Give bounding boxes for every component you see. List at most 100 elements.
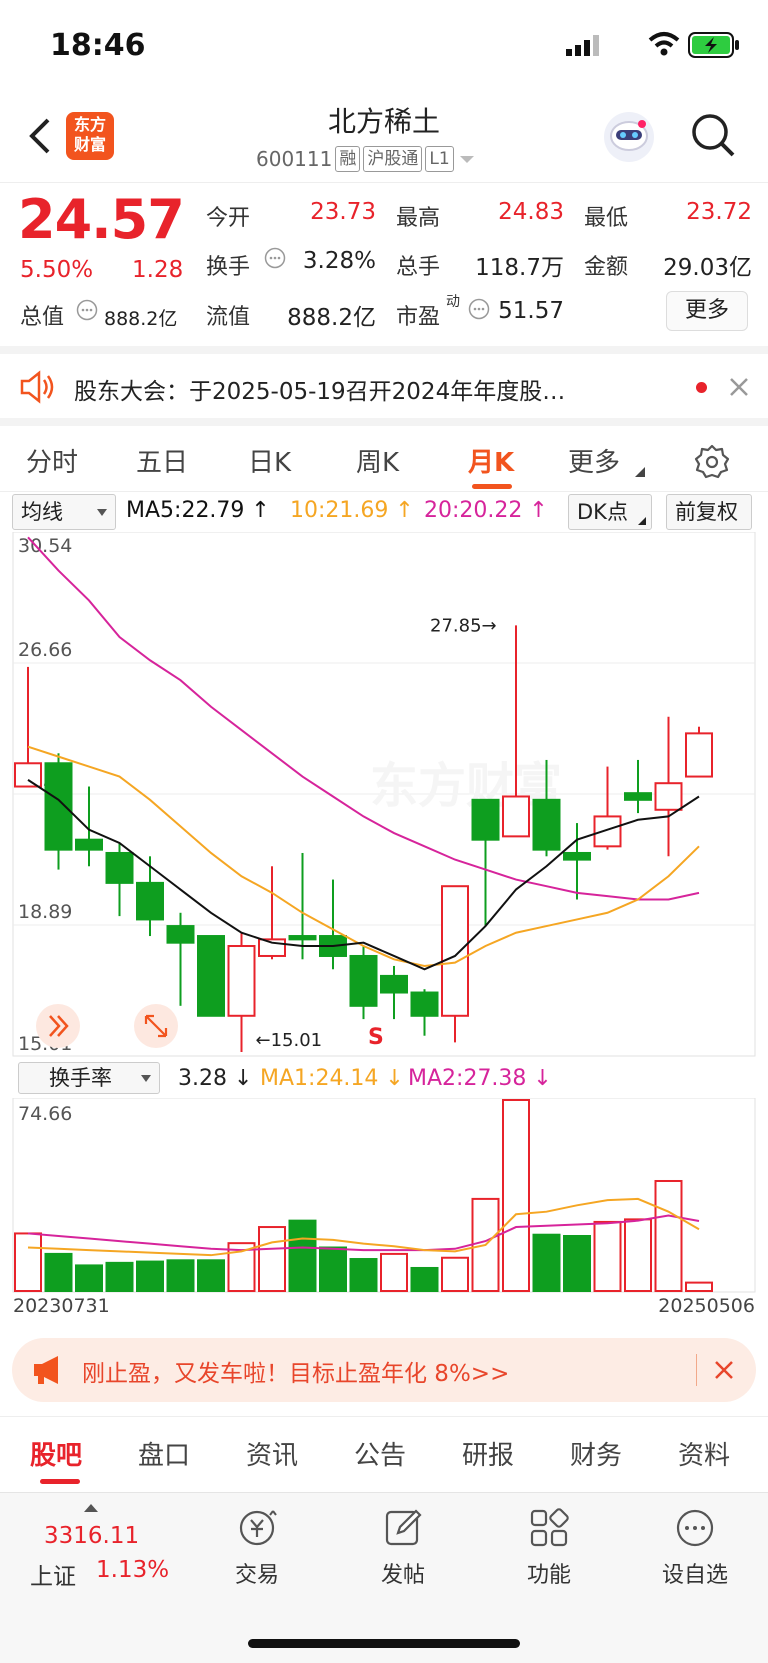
home-indicator xyxy=(248,1639,520,1648)
tab-intraday[interactable]: 分时 xyxy=(26,442,78,479)
candle-body xyxy=(593,815,622,848)
kline-chart[interactable]: 东方财富 30.54 26.66 22.78 18.89 15.01 27.85… xyxy=(0,532,768,1082)
candle-body xyxy=(624,792,652,801)
low-value: 23.72 xyxy=(686,199,752,225)
candle-body xyxy=(502,795,530,838)
turnover-bar xyxy=(197,1259,225,1292)
turnover-bar xyxy=(288,1219,317,1292)
promo-close-icon[interactable] xyxy=(714,1360,734,1380)
robot-assistant-icon[interactable] xyxy=(604,112,654,162)
tab-monthly-k[interactable]: 月K xyxy=(468,442,514,479)
turnover-bar xyxy=(166,1259,195,1292)
post-icon[interactable] xyxy=(382,1507,424,1549)
last-price: 24.57 xyxy=(18,188,185,251)
add-watchlist-label[interactable]: 设自选 xyxy=(635,1557,755,1589)
candle-body xyxy=(288,935,317,941)
volume-label: 总手 xyxy=(396,255,441,280)
total-value: 888.2亿 xyxy=(104,308,178,330)
tab-announcements[interactable]: 公告 xyxy=(354,1435,406,1472)
status-time: 18:46 xyxy=(50,28,146,63)
pe-info-icon[interactable] xyxy=(468,298,490,320)
turnover-bar xyxy=(380,1252,408,1292)
period-tabs: 分时 五日 日K 周K 月K 更多 xyxy=(0,418,768,492)
turnover-bar xyxy=(593,1220,622,1292)
tab-financials[interactable]: 财务 xyxy=(570,1435,622,1472)
turnover-bar xyxy=(441,1256,469,1293)
more-quote-button[interactable]: 更多 xyxy=(666,291,748,331)
candle-body xyxy=(685,732,713,778)
status-bar: 18:46 xyxy=(0,0,768,92)
info-dots-icon[interactable] xyxy=(76,299,98,321)
trade-label[interactable]: 交易 xyxy=(197,1557,317,1589)
fullscreen-icon[interactable] xyxy=(134,1004,178,1048)
turnover-bar xyxy=(44,1252,73,1292)
change-amount: 1.28 xyxy=(132,257,184,283)
open-label: 今开 xyxy=(206,206,251,231)
stock-code-row[interactable]: 600111 融 沪股通 L1 xyxy=(256,146,477,172)
tab-order-book[interactable]: 盘口 xyxy=(138,1435,190,1472)
active-tab-indicator xyxy=(472,484,512,489)
candle-body xyxy=(197,935,225,1017)
turnover-bar xyxy=(319,1246,347,1292)
turnover-ma1: MA1:24.14 ↓ xyxy=(260,1066,404,1091)
tab-news[interactable]: 资讯 xyxy=(246,1435,298,1472)
tag-connect: 沪股通 xyxy=(363,146,423,172)
notice-banner[interactable]: 股东大会：于2025-05-19召开2024年年度股… xyxy=(0,346,768,418)
promo-divider xyxy=(696,1354,697,1386)
adjust-button[interactable]: 前复权 xyxy=(666,494,752,530)
content-tab-indicator xyxy=(40,1479,80,1484)
low-label: 最低 xyxy=(584,206,629,231)
ma-select[interactable]: 均线 xyxy=(12,494,116,530)
y-tick-1: 26.66 xyxy=(18,639,72,661)
candle-body xyxy=(441,885,469,1017)
speaker-icon xyxy=(20,370,54,404)
turnover-info-icon[interactable] xyxy=(264,247,286,269)
candle-body xyxy=(227,945,256,1017)
search-icon[interactable] xyxy=(690,112,736,158)
tab-research[interactable]: 研报 xyxy=(462,1435,514,1472)
subchart-select[interactable]: 换手率 xyxy=(18,1062,160,1094)
turnover-bar xyxy=(349,1258,378,1292)
turnover-label: 换手 xyxy=(206,255,251,280)
dk-point-button[interactable]: DK点 xyxy=(568,494,652,530)
tab-forum[interactable]: 股吧 xyxy=(30,1435,82,1472)
dk-corner-icon xyxy=(638,517,646,525)
index-name: 上证 xyxy=(30,1564,76,1590)
battery-charging-icon xyxy=(688,32,739,58)
turnover-bar xyxy=(654,1179,683,1292)
candle-body xyxy=(380,974,408,994)
expand-side-icon[interactable] xyxy=(36,1004,80,1048)
tab-more[interactable]: 更多 xyxy=(568,442,620,479)
index-value[interactable]: 3316.11 xyxy=(44,1523,139,1549)
trade-icon[interactable] xyxy=(236,1507,278,1549)
content-tabs: 股吧 盘口 资讯 公告 研报 财务 资料 xyxy=(0,1416,768,1492)
tab-daily-k[interactable]: 日K xyxy=(248,442,291,479)
stock-header: 东方 财富 北方稀土 600111 融 沪股通 L1 xyxy=(0,92,768,182)
functions-grid-icon[interactable] xyxy=(528,1507,570,1549)
turnover-chart[interactable]: 74.66 20230731 20250506 xyxy=(0,1098,768,1318)
turnover-bar xyxy=(14,1232,42,1292)
post-label[interactable]: 发帖 xyxy=(343,1557,463,1589)
volume-value: 118.7万 xyxy=(475,255,564,281)
turnover-bar xyxy=(105,1261,134,1293)
turnover-bar xyxy=(532,1233,561,1292)
tag-margin: 融 xyxy=(335,146,361,172)
candle-body xyxy=(44,762,73,851)
gear-icon[interactable] xyxy=(694,444,730,480)
total-value-label: 总值 xyxy=(20,305,65,330)
tab-weekly-k[interactable]: 周K xyxy=(356,442,399,479)
functions-label[interactable]: 功能 xyxy=(489,1557,609,1589)
candles-group xyxy=(14,625,713,1052)
candle-body xyxy=(166,925,195,944)
high-value: 24.83 xyxy=(498,199,564,225)
bottom-dock: 3316.11 上证 1.13% 交易 发帖 功能 设自选 xyxy=(0,1492,768,1663)
turnover-bars-group xyxy=(14,1099,713,1293)
close-icon[interactable] xyxy=(728,376,750,398)
tab-five-day[interactable]: 五日 xyxy=(136,442,188,479)
promo-banner[interactable]: 刚止盈，又发车啦！目标止盈年化 8%>> xyxy=(12,1338,756,1402)
tab-profile[interactable]: 资料 xyxy=(678,1435,730,1472)
high-annotation: 27.85→ xyxy=(430,615,497,636)
sell-marker: S xyxy=(368,1025,384,1050)
candle-body xyxy=(471,798,500,841)
add-watchlist-icon[interactable] xyxy=(674,1507,716,1549)
